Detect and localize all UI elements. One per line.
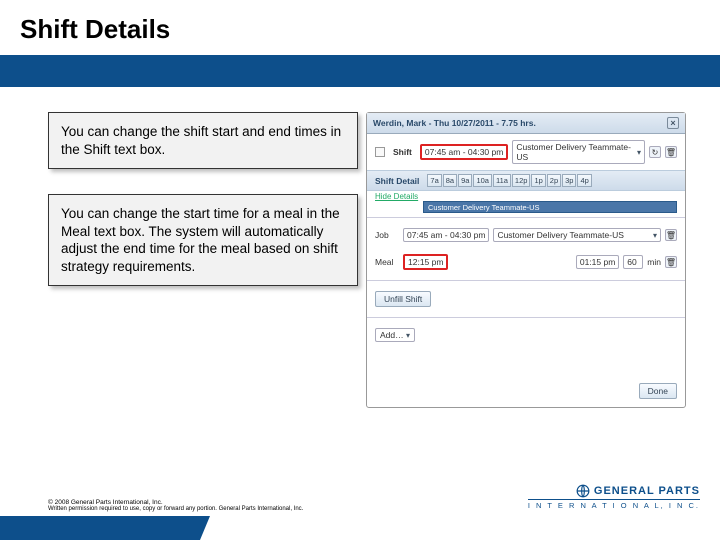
delete-icon[interactable]: 🗑	[665, 146, 677, 158]
footer-bar	[0, 516, 720, 540]
separator-2	[367, 280, 685, 281]
shift-popup: Werdin, Mark - Thu 10/27/2011 - 7.75 hrs…	[366, 112, 686, 408]
job-role-dropdown[interactable]: Customer Delivery Teammate-US	[493, 228, 661, 242]
copyright-line2: Written permission required to use, copy…	[48, 506, 303, 512]
shift-role-dropdown[interactable]: Customer Delivery Teammate-US	[512, 140, 645, 164]
brand-name: GENERAL PARTS	[594, 485, 700, 497]
detail-title: Shift Detail	[375, 176, 419, 186]
repeat-icon[interactable]: ↻	[649, 146, 661, 158]
unfill-row: Unfill Shift	[367, 285, 685, 313]
timeline-bar: Customer Delivery Teammate-US	[423, 201, 677, 213]
job-delete-icon[interactable]: 🗑	[665, 229, 677, 241]
content-area: You can change the shift start and end t…	[0, 87, 720, 408]
shift-label: Shift	[393, 147, 412, 157]
hours-scale: 7a 8a 9a 10a 11a 12p 1p 2p 3p 4p	[427, 174, 591, 187]
close-icon[interactable]: ×	[667, 117, 679, 129]
brand-sub: I N T E R N A T I O N A L, I N C.	[528, 499, 700, 510]
meal-delete-icon[interactable]: 🗑	[665, 256, 677, 268]
title-area: Shift Details	[0, 0, 720, 55]
job-row: Job 07:45 am - 04:30 pm Customer Deliver…	[367, 222, 685, 248]
footer-white	[210, 516, 720, 540]
globe-icon	[576, 484, 590, 498]
meal-label: Meal	[375, 257, 399, 267]
copyright: © 2008 General Parts International, Inc.…	[48, 499, 303, 512]
shift-time-input[interactable]: 07:45 am - 04:30 pm	[420, 144, 508, 160]
meal-dur-input[interactable]: 60	[623, 255, 643, 269]
callout-1: You can change the shift start and end t…	[48, 112, 358, 169]
color-chip-icon	[375, 147, 385, 157]
add-row: Add…	[367, 322, 685, 348]
separator	[367, 217, 685, 218]
callout-2: You can change the start time for a meal…	[48, 194, 358, 286]
header-blue-bar	[0, 55, 720, 87]
hide-details-link[interactable]: Hide Details	[367, 192, 426, 201]
job-time-input[interactable]: 07:45 am - 04:30 pm	[403, 228, 489, 242]
footer-slash	[200, 516, 210, 540]
separator-3	[367, 317, 685, 318]
done-button[interactable]: Done	[639, 383, 677, 399]
brand-logo: GENERAL PARTS I N T E R N A T I O N A L,…	[528, 484, 700, 510]
meal-row: Meal 12:15 pm 01:15 pm 60 min 🗑	[367, 248, 685, 276]
detail-header: Shift Detail 7a 8a 9a 10a 11a 12p 1p 2p …	[367, 170, 685, 191]
job-label: Job	[375, 230, 399, 240]
left-column: You can change the shift start and end t…	[48, 112, 358, 408]
copyright-line1: © 2008 General Parts International, Inc.	[48, 499, 303, 506]
hide-details-row: Hide Details	[367, 191, 685, 201]
unfill-shift-button[interactable]: Unfill Shift	[375, 291, 431, 307]
shift-row: Shift 07:45 am - 04:30 pm Customer Deliv…	[367, 134, 685, 170]
meal-time-input[interactable]: 12:15 pm	[403, 254, 448, 270]
slide-title: Shift Details	[20, 14, 700, 45]
add-dropdown[interactable]: Add…	[375, 328, 415, 342]
done-row: Done	[367, 348, 685, 407]
meal-unit: min	[647, 257, 661, 267]
popup-title: Werdin, Mark - Thu 10/27/2011 - 7.75 hrs…	[373, 118, 536, 128]
popup-header: Werdin, Mark - Thu 10/27/2011 - 7.75 hrs…	[367, 113, 685, 134]
meal-end-input[interactable]: 01:15 pm	[576, 255, 619, 269]
